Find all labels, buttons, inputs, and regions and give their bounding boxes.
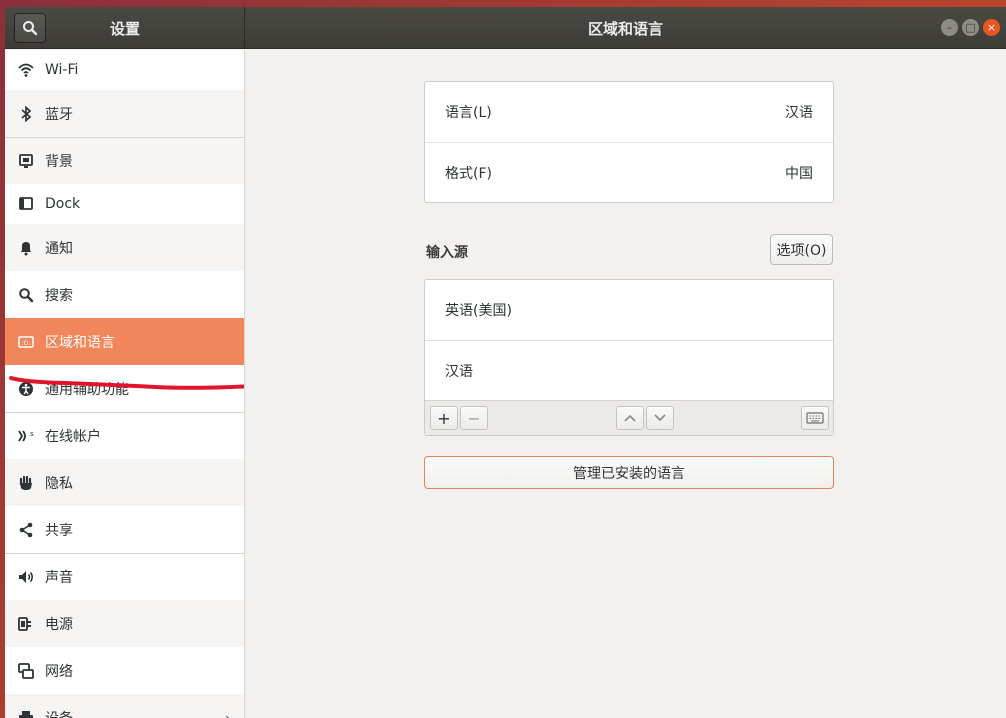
sidebar-item-privacy[interactable]: 隐私: [5, 459, 244, 506]
input-sources-toolbar: + −: [425, 400, 833, 435]
format-row[interactable]: 格式(F) 中国: [425, 142, 833, 202]
background-icon: [17, 152, 35, 170]
sidebar-item-wifi[interactable]: Wi-Fi: [5, 50, 244, 90]
search-icon: [17, 286, 35, 304]
share-icon: [17, 521, 35, 539]
accessibility-icon: [17, 380, 35, 398]
title-bar: 设置 区域和语言 – □ ×: [5, 7, 1006, 49]
language-label: 语言(L): [445, 105, 492, 121]
sidebar-item-notifications[interactable]: 通知: [5, 224, 244, 271]
manage-installed-languages-button[interactable]: 管理已安装的语言: [424, 456, 834, 489]
sidebar-item-bluetooth[interactable]: 蓝牙: [5, 90, 244, 137]
bluetooth-icon: [17, 105, 35, 123]
online-accounts-icon: s: [17, 427, 35, 445]
window-controls: – □ ×: [941, 19, 1000, 36]
show-keyboard-layout-button[interactable]: [801, 406, 829, 430]
sidebar: Wi-Fi 蓝牙 背景 Dock 通知 搜索:O: 区域和语言 通用辅助功能 …: [5, 50, 245, 718]
sidebar-item-power[interactable]: 电源: [5, 600, 244, 647]
minimize-button[interactable]: –: [941, 19, 958, 36]
sidebar-item-network[interactable]: 网络: [5, 647, 244, 694]
sidebar-item-background[interactable]: 背景: [5, 137, 244, 184]
maximize-icon: □: [965, 21, 976, 34]
list-item[interactable]: 英语(美国): [425, 280, 833, 340]
language-value: 汉语: [785, 105, 813, 121]
input-source-label: 英语(美国): [445, 303, 512, 319]
sidebar-item-devices[interactable]: 设备 ›: [5, 694, 244, 718]
chevron-right-icon: ›: [225, 710, 230, 718]
format-label: 格式(F): [445, 165, 492, 182]
sidebar-item-region-language[interactable]: :O: 区域和语言: [5, 318, 244, 365]
close-icon: ×: [986, 21, 997, 34]
list-item[interactable]: 汉语: [425, 340, 833, 400]
svg-text::O:: :O:: [22, 340, 31, 347]
maximize-button[interactable]: □: [962, 19, 979, 36]
printer-icon: [17, 709, 35, 718]
sidebar-item-sound[interactable]: 声音: [5, 553, 244, 600]
settings-title: 设置: [109, 19, 140, 38]
sidebar-item-search[interactable]: 搜索: [5, 271, 244, 318]
svg-text:s: s: [30, 430, 34, 438]
settings-window: 设置 区域和语言 – □ × Wi-Fi 蓝牙 背景 Dock 通知 搜索:O…: [5, 7, 1006, 718]
input-source-label: 汉语: [445, 363, 473, 380]
remove-input-source-button[interactable]: −: [460, 406, 488, 430]
close-button[interactable]: ×: [983, 19, 1000, 36]
language-row[interactable]: 语言(L) 汉语: [425, 82, 833, 142]
power-plug-icon: [17, 615, 35, 633]
input-sources-title: 输入源: [426, 245, 468, 261]
sidebar-item-dock[interactable]: Dock: [5, 184, 244, 224]
sidebar-header: 设置: [5, 7, 245, 49]
wifi-icon: [17, 61, 35, 79]
privacy-hand-icon: [17, 474, 35, 492]
minimize-icon: –: [946, 21, 953, 34]
chevron-down-icon: [654, 414, 666, 422]
sidebar-item-sharing[interactable]: 共享: [5, 506, 244, 553]
language-format-card: 语言(L) 汉语 格式(F) 中国: [424, 81, 834, 203]
options-button[interactable]: 选项(O): [770, 234, 833, 265]
format-value: 中国: [785, 165, 813, 182]
keyboard-icon: [806, 412, 824, 424]
bell-icon: [17, 239, 35, 257]
network-icon: [17, 662, 35, 680]
chevron-up-icon: [624, 414, 636, 422]
add-input-source-button[interactable]: +: [430, 406, 458, 430]
move-down-button[interactable]: [646, 406, 674, 430]
sidebar-item-accessibility[interactable]: 通用辅助功能: [5, 365, 244, 412]
dock-icon: [17, 195, 35, 213]
speaker-icon: [17, 568, 35, 586]
input-sources-card: 英语(美国) 汉语 + −: [424, 279, 834, 436]
sidebar-item-online-accounts[interactable]: s 在线帐户: [5, 412, 244, 459]
region-language-panel: 语言(L) 汉语 格式(F) 中国 输入源 选项(O) 英语(美国) 汉语 + …: [246, 50, 1006, 718]
move-up-button[interactable]: [616, 406, 644, 430]
region-language-icon: :O:: [17, 333, 35, 351]
panel-title: 区域和语言: [587, 19, 663, 38]
